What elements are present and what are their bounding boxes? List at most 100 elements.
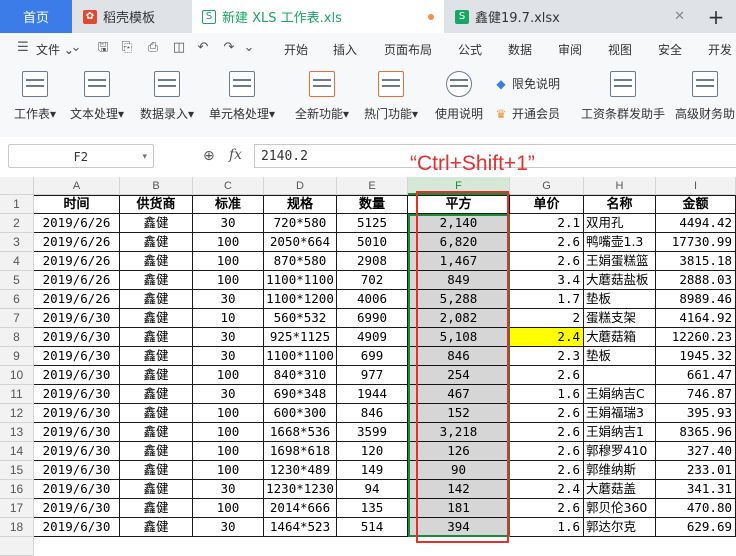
table-cell[interactable]: 135 [337,499,408,518]
table-cell[interactable]: 2.3 [510,347,584,366]
table-cell[interactable]: 鑫健 [120,385,193,404]
table-cell[interactable]: 1944 [337,385,408,404]
worksheet-button[interactable]: 工作表▾ [10,71,60,122]
column-header-D[interactable]: D [264,177,337,195]
table-cell[interactable]: 100 [193,404,264,423]
table-cell[interactable]: 3.4 [510,271,584,290]
table-cell[interactable]: 100 [193,423,264,442]
undo-icon[interactable]: ↶ [196,41,210,55]
table-cell[interactable]: 100 [193,252,264,271]
table-cell[interactable]: 10 [193,309,264,328]
table-cell[interactable]: 4909 [337,328,408,347]
table-cell[interactable]: 鑫健 [120,252,193,271]
hot-features-button[interactable]: 热门功能▾ [360,71,422,122]
table-cell[interactable]: 600*300 [264,404,337,423]
row-header-3[interactable]: 3 [0,233,34,252]
table-cell[interactable]: 2019/6/30 [34,385,120,404]
chevron-down-icon[interactable]: ▾ [142,145,147,169]
table-cell[interactable]: 514 [337,518,408,537]
table-cell[interactable]: 30 [193,214,264,233]
table-cell[interactable]: 2019/6/30 [34,442,120,461]
table-cell[interactable]: 120 [337,442,408,461]
table-cell[interactable]: 3815.18 [656,252,736,271]
table-cell[interactable]: 2014*666 [264,499,337,518]
table-cell[interactable]: 870*580 [264,252,337,271]
row-header-8[interactable]: 8 [0,328,34,347]
table-cell[interactable] [584,366,656,385]
table-cell[interactable]: 1.6 [510,385,584,404]
table-header-cell[interactable]: 数量 [337,195,408,214]
table-cell[interactable]: 垫板 [584,290,656,309]
table-cell[interactable]: 2 [510,309,584,328]
table-cell[interactable]: 蛋糕支架 [584,309,656,328]
table-cell[interactable]: 2.6 [510,366,584,385]
tab-new-xls[interactable]: S 新建 XLS 工作表.xls [192,0,444,33]
table-cell[interactable]: 3599 [337,423,408,442]
table-cell[interactable]: 100 [193,271,264,290]
table-cell[interactable]: 1230*489 [264,461,337,480]
column-header-A[interactable]: A [34,177,120,195]
table-cell[interactable]: 2.4 [510,328,584,347]
tab-xinjian[interactable]: S 鑫健19.7.xlsx ✕ [445,0,693,33]
table-cell[interactable]: 双用孔 [584,214,656,233]
row-header-13[interactable]: 13 [0,423,34,442]
row-header-15[interactable]: 15 [0,461,34,480]
table-cell[interactable]: 1668*536 [264,423,337,442]
menu-view[interactable]: 视图 [608,41,632,58]
text-process-button[interactable]: 文本处理▾ [68,71,126,122]
table-cell[interactable]: 629.69 [656,518,736,537]
table-cell[interactable]: 鑫健 [120,233,193,252]
table-cell[interactable]: 8989.46 [656,290,736,309]
table-cell[interactable]: 8365.96 [656,423,736,442]
table-cell[interactable]: 2019/6/30 [34,309,120,328]
table-cell[interactable]: 鑫健 [120,328,193,347]
table-cell[interactable]: 4006 [337,290,408,309]
column-header-B[interactable]: B [120,177,193,195]
column-header-E[interactable]: E [337,177,408,195]
table-cell[interactable]: 鑫健 [120,518,193,537]
menu-review[interactable]: 审阅 [558,41,582,58]
table-cell[interactable]: 2019/6/30 [34,366,120,385]
column-header-H[interactable]: H [584,177,656,195]
table-cell[interactable]: 郭贝伦360 [584,499,656,518]
table-cell[interactable]: 30 [193,518,264,537]
table-cell[interactable]: 鑫健 [120,309,193,328]
menu-developer[interactable]: 开发 [708,41,732,58]
fx-icon[interactable]: fx [229,147,242,163]
table-cell[interactable]: 233.01 [656,461,736,480]
table-cell[interactable]: 2050*664 [264,233,337,252]
table-cell[interactable]: 100 [193,233,264,252]
table-cell[interactable]: 30 [193,290,264,309]
table-cell[interactable]: 2019/6/26 [34,214,120,233]
table-cell[interactable]: 1100*1100 [264,347,337,366]
table-cell[interactable]: 690*348 [264,385,337,404]
menu-page-layout[interactable]: 页面布局 [384,41,432,58]
chevron-down-icon[interactable]: ⌄ [69,41,83,55]
menu-formula[interactable]: 公式 [458,41,482,58]
cell-process-button[interactable]: 单元格处理▾ [206,71,278,122]
table-cell[interactable]: 鑫健 [120,499,193,518]
table-cell[interactable]: 746.87 [656,385,736,404]
data-entry-button[interactable]: 数据录入▾ [138,71,196,122]
payroll-button[interactable]: 工资条群发助手 [580,71,666,122]
preview-icon[interactable]: ◫ [172,41,186,55]
tab-daoke[interactable]: ✿ 稻壳模板 [73,0,191,33]
table-cell[interactable]: 977 [337,366,408,385]
tab-home[interactable]: 首页 [0,0,72,33]
table-cell[interactable]: 鑫健 [120,271,193,290]
row-header-6[interactable]: 6 [0,290,34,309]
table-cell[interactable]: 470.80 [656,499,736,518]
table-cell[interactable]: 王娟蛋糕篮 [584,252,656,271]
table-cell[interactable]: 149 [337,461,408,480]
row-header-14[interactable]: 14 [0,442,34,461]
select-all-corner[interactable] [0,177,34,195]
table-cell[interactable]: 2019/6/30 [34,518,120,537]
table-header-cell[interactable]: 金额 [656,195,736,214]
chevron-down-icon[interactable]: ⌄ [242,41,256,55]
table-cell[interactable]: 100 [193,461,264,480]
table-cell[interactable]: 鑫健 [120,347,193,366]
table-cell[interactable]: 702 [337,271,408,290]
table-cell[interactable]: 720*580 [264,214,337,233]
table-cell[interactable]: 5010 [337,233,408,252]
row-header-9[interactable]: 9 [0,347,34,366]
